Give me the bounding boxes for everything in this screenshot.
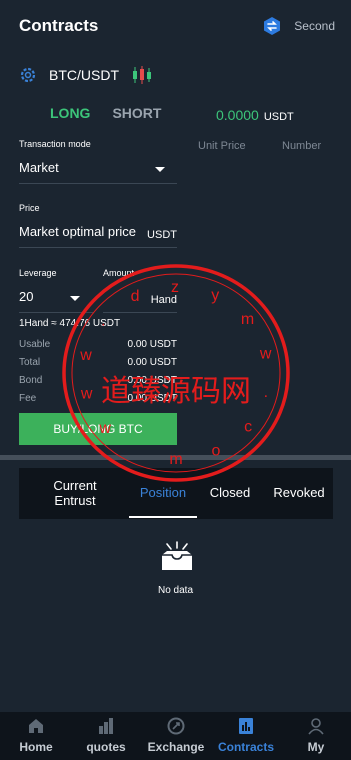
watermark-char: m: [241, 311, 254, 328]
nav-label: Exchange: [147, 740, 205, 754]
tab-current-line2: Entrust: [54, 493, 96, 508]
stat-label: Usable: [19, 339, 51, 350]
nav-home[interactable]: Home: [1, 712, 71, 760]
leverage-label: Leverage: [19, 268, 57, 278]
section-divider: [0, 455, 351, 460]
hand-equivalent: 1Hand ≈ 474.76 USDT: [19, 318, 121, 329]
leverage-select[interactable]: 20: [19, 289, 94, 313]
tab-closed[interactable]: Closed: [203, 485, 257, 500]
price-label: Price: [19, 203, 40, 213]
candlestick-icon[interactable]: [131, 64, 153, 86]
nav-label: Contracts: [217, 740, 274, 754]
direction-tabs: LONG SHORT: [50, 105, 161, 121]
order-tabs: Current Entrust Position Closed Revoked: [19, 468, 333, 519]
watermark-char: .: [264, 384, 268, 401]
stat-value: 0.00 USDT: [127, 339, 177, 350]
stat-total: Total 0.00 USDT: [19, 357, 177, 369]
watermark-char: c: [244, 418, 252, 435]
home-icon: [29, 719, 43, 733]
watermark-char: y: [211, 287, 219, 304]
pair-selector[interactable]: BTC/USDT: [19, 64, 153, 86]
stat-value: 0.00 USDT: [127, 393, 177, 404]
transaction-mode-select[interactable]: Market: [19, 160, 177, 184]
stat-label: Total: [19, 357, 41, 368]
stat-value: 0.00 USDT: [127, 357, 177, 368]
tab-current-entrust[interactable]: Current Entrust: [37, 478, 113, 508]
price-value: 0.0000: [216, 107, 259, 123]
chevron-down-icon: [70, 296, 80, 301]
mode-switch[interactable]: Second: [262, 16, 335, 36]
amount-label: Amount: [103, 268, 135, 278]
transaction-mode-value: Market: [19, 160, 59, 175]
stat-value: 0.00 USDT: [127, 375, 177, 386]
empty-box-icon: [162, 541, 192, 570]
transaction-mode-label: Transaction mode: [19, 139, 91, 149]
exchange-icon: [167, 717, 185, 735]
pair-name[interactable]: BTC/USDT: [49, 67, 119, 83]
nav-exchange[interactable]: Exchange: [141, 712, 211, 760]
nav-label: quotes: [86, 740, 126, 754]
stat-label: Bond: [19, 375, 43, 386]
bottom-nav: Home quotes Exchange Contracts My: [0, 712, 351, 760]
unit-price-header: Unit Price: [198, 140, 246, 152]
stat-usable: Usable 0.00 USDT: [19, 339, 177, 351]
price-input[interactable]: Market optimal price USDT: [19, 224, 177, 248]
tab-revoked[interactable]: Revoked: [269, 485, 329, 500]
stat-fee: Fee 0.00 USDT: [19, 393, 177, 405]
watermark-char: w: [259, 345, 272, 362]
tab-current-line1: Current: [53, 478, 97, 493]
mode-label[interactable]: Second: [294, 19, 335, 33]
nav-quotes[interactable]: quotes: [71, 712, 141, 760]
amount-unit: Hand: [150, 294, 177, 306]
nav-label: My: [307, 740, 325, 754]
switch-icon[interactable]: [262, 16, 282, 36]
gear-icon[interactable]: [19, 66, 37, 84]
leverage-value: 20: [19, 289, 34, 304]
empty-message: No data: [157, 585, 194, 596]
nav-my[interactable]: My: [281, 712, 351, 760]
price-input-value: Market optimal price: [19, 224, 137, 239]
price-unit: USDT: [263, 111, 294, 123]
stat-label: Fee: [19, 393, 37, 404]
page-title: Contracts: [19, 16, 99, 35]
nav-label: Home: [19, 740, 53, 754]
chevron-down-icon: [155, 167, 165, 172]
stat-bond: Bond 0.00 USDT: [19, 375, 177, 387]
nav-contracts[interactable]: Contracts: [211, 712, 281, 760]
tab-short[interactable]: SHORT: [112, 105, 161, 121]
buy-long-button[interactable]: BUY/LONG BTC: [19, 413, 177, 445]
tab-long[interactable]: LONG: [50, 105, 90, 121]
tab-position[interactable]: Position: [129, 485, 197, 500]
current-price: 0.0000 USDT: [216, 107, 294, 123]
contracts-icon: [239, 718, 253, 734]
header: Contracts Second: [0, 0, 351, 52]
number-header: Number: [282, 140, 322, 152]
price-input-unit: USDT: [147, 229, 177, 241]
amount-input[interactable]: Hand: [103, 289, 177, 313]
user-icon: [308, 718, 324, 735]
bar-chart-icon: [99, 718, 113, 734]
active-tab-indicator: [129, 516, 197, 518]
